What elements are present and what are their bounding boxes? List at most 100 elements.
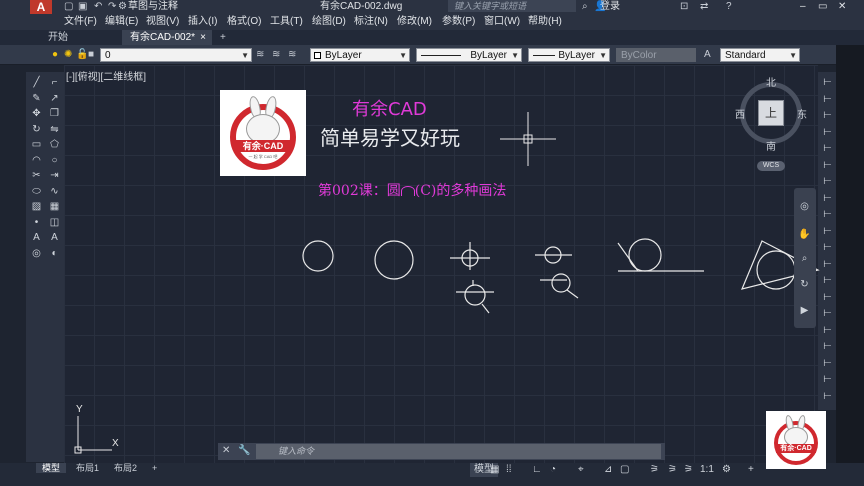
lock-icon[interactable]: 🔓 — [76, 49, 88, 60]
menu-modify[interactable]: 修改(M) — [397, 14, 432, 30]
menu-format[interactable]: 格式(O) — [227, 14, 261, 30]
viewcube-top-face[interactable]: 上 — [758, 100, 784, 126]
leader-icon[interactable]: ⊢ — [821, 93, 834, 106]
wrench-icon[interactable]: 🔧 — [238, 445, 250, 456]
viewcube[interactable]: 上 北 南 东 西 — [735, 72, 815, 172]
gear-icon[interactable]: ⚙ — [722, 463, 731, 477]
pan-icon[interactable]: ✋ — [798, 228, 811, 241]
linetype-select[interactable]: ByLayer ▼ — [416, 48, 522, 62]
auto-scale-icon[interactable]: ⚞ — [684, 463, 693, 477]
viewport-controls[interactable]: [-][俯视][二维线框] — [66, 68, 146, 83]
layout-tab-model[interactable]: 模型 — [36, 463, 67, 473]
edit-icon[interactable]: ⊢ — [821, 390, 834, 403]
layout-tab-2[interactable]: 布局2 — [114, 463, 137, 473]
menu-draw[interactable]: 绘图(D) — [312, 14, 346, 30]
baseline-icon[interactable]: ⊢ — [821, 126, 834, 139]
pencil-icon[interactable]: ✎ — [30, 92, 43, 105]
compass-east[interactable]: 东 — [797, 106, 807, 121]
menu-insert[interactable]: 插入(I) — [188, 14, 217, 30]
add-layout-button[interactable]: + — [152, 463, 157, 473]
snap-icon[interactable]: ⁞⁞ — [506, 463, 512, 477]
cart-icon[interactable]: ⊡ — [680, 1, 688, 12]
save-icon[interactable]: ▣ — [78, 1, 87, 12]
osnap-tracking-icon[interactable]: ⌖ — [578, 463, 584, 477]
spline-icon[interactable]: ∿ — [48, 185, 61, 198]
copy-icon[interactable]: ❐ — [48, 107, 61, 120]
continue-icon[interactable]: ⊢ — [821, 142, 834, 155]
table-icon[interactable]: ▦ — [48, 200, 61, 213]
tab-document[interactable]: 有余CAD-002* × — [122, 30, 212, 45]
layer-select[interactable]: 0 ▼ — [100, 48, 252, 62]
text-icon[interactable]: A — [30, 231, 43, 244]
close-icon[interactable]: ✕ — [222, 445, 230, 456]
close-button[interactable]: ✕ — [838, 0, 846, 13]
trim-icon[interactable]: ✂ — [30, 169, 43, 182]
dimension-icon[interactable]: ⊢ — [821, 76, 834, 89]
minimize-button[interactable]: – — [800, 0, 806, 13]
exchange-icon[interactable]: ⇄ — [700, 1, 708, 12]
compass-north[interactable]: 北 — [766, 74, 776, 89]
break-icon[interactable]: ⊢ — [821, 307, 834, 320]
color-select[interactable]: ByLayer ▼ — [310, 48, 410, 62]
block-icon[interactable]: ◫ — [48, 216, 61, 229]
workspace-switcher[interactable]: 草图与注释 — [128, 0, 178, 13]
diameter-icon[interactable]: ⊢ — [821, 192, 834, 205]
radius-icon[interactable]: ⊢ — [821, 175, 834, 188]
redo-icon[interactable]: ↷ — [108, 1, 116, 12]
layer-properties-icon[interactable]: ≋ — [256, 49, 264, 60]
search-icon[interactable]: ⌕ — [582, 1, 588, 12]
lightbulb-icon[interactable]: ● — [52, 49, 58, 60]
space-icon[interactable]: ⊢ — [821, 324, 834, 337]
osnap-icon[interactable]: ▢ — [620, 463, 629, 477]
ordinate-icon[interactable]: ⊢ — [821, 109, 834, 122]
menu-parametric[interactable]: 参数(P) — [442, 14, 475, 30]
layer-color-icon[interactable]: ■ — [88, 49, 94, 60]
rectangle-icon[interactable]: ▭ — [30, 138, 43, 151]
line-icon[interactable]: ╱ — [30, 76, 43, 89]
compass-south[interactable]: 南 — [766, 138, 776, 153]
close-tab-icon[interactable]: × — [200, 30, 206, 45]
extend-icon[interactable]: ⇥ — [48, 169, 61, 182]
login-button[interactable]: 登录 — [600, 0, 620, 13]
annotation-visibility-icon[interactable]: ⚞ — [668, 463, 677, 477]
angular-icon[interactable]: ⊢ — [821, 159, 834, 172]
inspect-icon[interactable]: ⊢ — [821, 291, 834, 304]
polygon-icon[interactable]: ⬠ — [48, 138, 61, 151]
polar-icon[interactable]: ◔ — [550, 463, 556, 477]
style-icon[interactable]: ⊢ — [821, 357, 834, 370]
menu-dimension[interactable]: 标注(N) — [354, 14, 388, 30]
mirror-icon[interactable]: ⇋ — [48, 123, 61, 136]
move-icon[interactable]: ✥ — [30, 107, 43, 120]
annotation-scale-icon[interactable]: ⚞ — [650, 463, 659, 477]
rotate-icon[interactable]: ↻ — [30, 123, 43, 136]
mtext-icon[interactable]: A — [48, 231, 61, 244]
menu-file[interactable]: 文件(F) — [64, 14, 97, 30]
ortho-icon[interactable]: ∟ — [532, 463, 542, 477]
ellipse-icon[interactable]: ⬭ — [30, 185, 43, 198]
menu-help[interactable]: 帮助(H) — [528, 14, 562, 30]
polyline-icon[interactable]: ⌐ — [48, 76, 61, 89]
arc-icon[interactable]: ◠ — [30, 154, 43, 167]
menu-window[interactable]: 窗口(W) — [484, 14, 520, 30]
circle-icon[interactable]: ○ — [48, 154, 61, 167]
menu-tools[interactable]: 工具(T) — [270, 14, 303, 30]
showmotion-icon[interactable]: ▶ — [798, 304, 811, 317]
scale-dropdown[interactable]: 1:1 — [700, 463, 714, 477]
arrow-icon[interactable]: ↗ — [48, 92, 61, 105]
override-icon[interactable]: ⊢ — [821, 373, 834, 386]
textstyle-select[interactable]: Standard ▼ — [720, 48, 800, 62]
gradient-icon[interactable]: ◐ — [48, 247, 61, 260]
menu-edit[interactable]: 编辑(E) — [105, 14, 138, 30]
sun-icon[interactable]: ✺ — [64, 49, 72, 60]
orbit-icon[interactable]: ↻ — [798, 278, 811, 291]
command-input[interactable]: 键入命令 — [256, 444, 661, 459]
tolerance-icon[interactable]: ⊢ — [821, 225, 834, 238]
center-mark-icon[interactable]: ⊢ — [821, 208, 834, 221]
help-icon[interactable]: ? — [726, 1, 732, 12]
vertical-scrollbar[interactable] — [836, 45, 864, 463]
quick-dim-icon[interactable]: ⊢ — [821, 241, 834, 254]
point-icon[interactable]: • — [30, 216, 43, 229]
update-icon[interactable]: ⊢ — [821, 340, 834, 353]
search-input[interactable]: 键入关键字或短语 — [448, 0, 576, 12]
hatch-icon[interactable]: ▨ — [30, 200, 43, 213]
